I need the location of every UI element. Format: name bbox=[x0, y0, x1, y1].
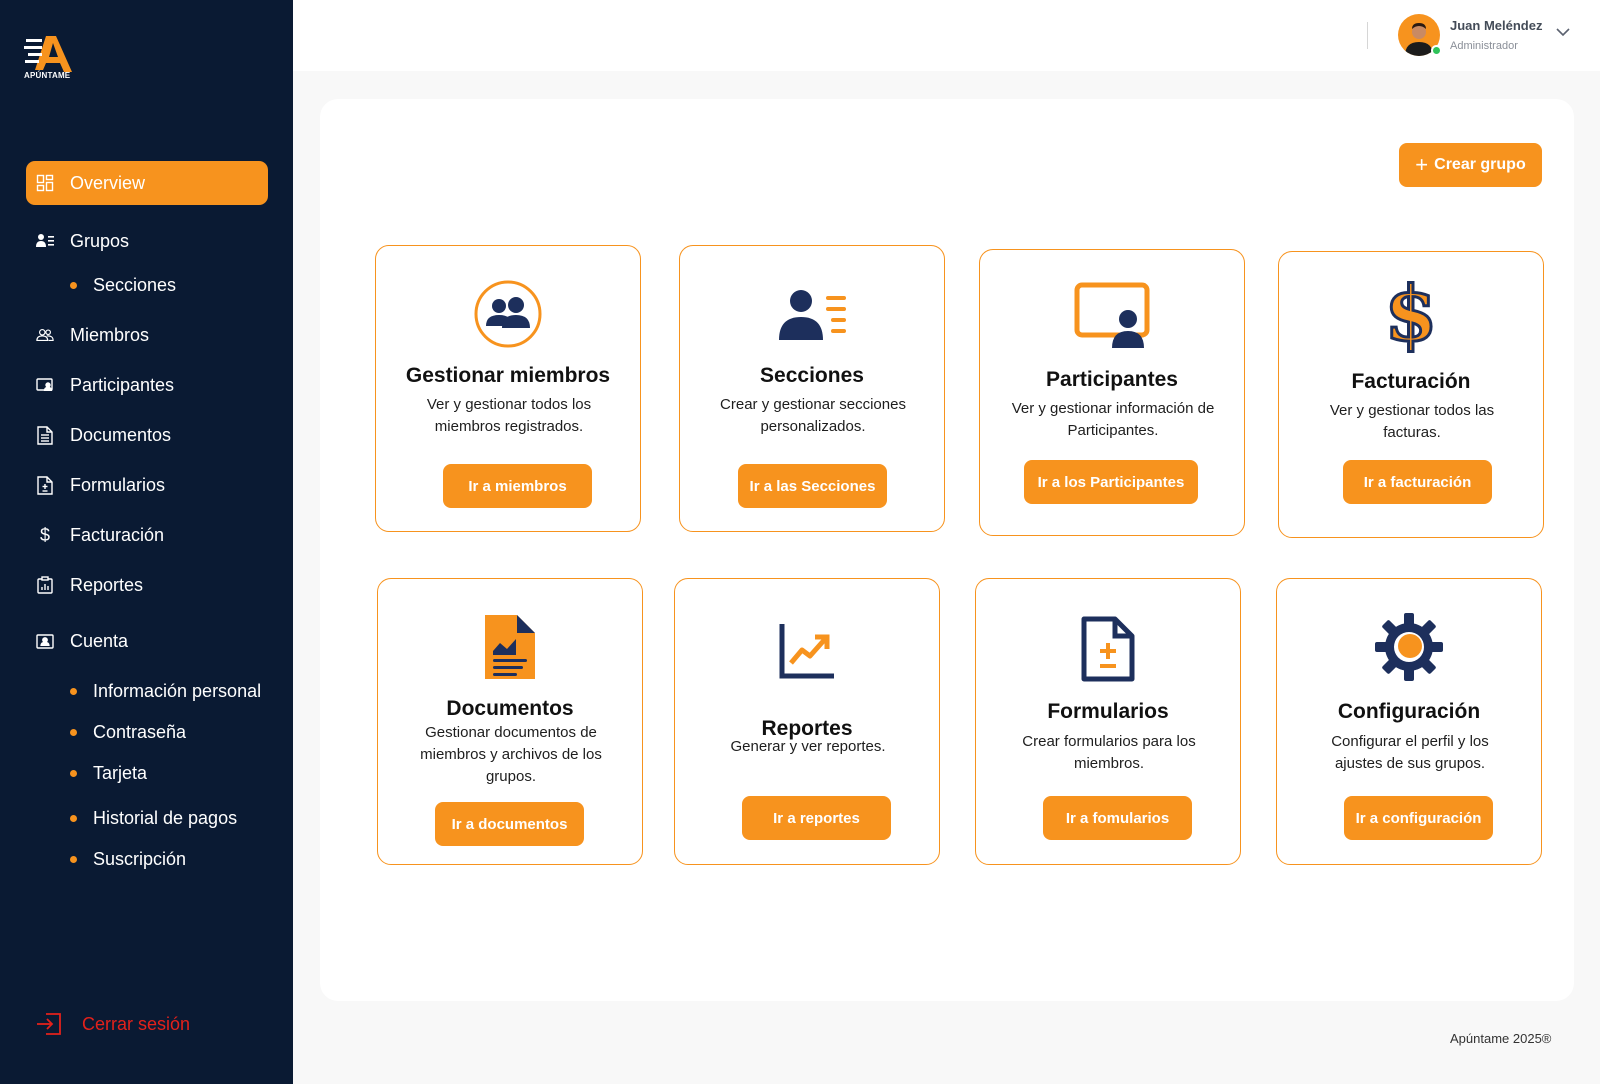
bullet-dot bbox=[70, 728, 77, 736]
sections-list-icon bbox=[680, 276, 944, 352]
card-title: Documentos bbox=[446, 697, 574, 720]
sidebar-item-label: Overview bbox=[70, 172, 146, 193]
card-secciones: Secciones Crear y gestionar secciones pe… bbox=[679, 245, 945, 532]
create-group-label: Crear grupo bbox=[1434, 156, 1526, 173]
sidebar-subitem-label: Contraseña bbox=[93, 721, 187, 742]
gear-icon bbox=[1277, 609, 1541, 685]
dollar-icon: $ bbox=[1383, 269, 1439, 358]
sidebar-subitem-label: Tarjeta bbox=[93, 762, 148, 783]
sidebar-item-facturacion[interactable]: $ Facturación bbox=[26, 513, 268, 557]
sidebar-item-miembros[interactable]: Miembros bbox=[26, 313, 268, 357]
online-status-dot bbox=[1431, 45, 1442, 56]
members-icon bbox=[36, 326, 54, 344]
sidebar-item-grupos[interactable]: Grupos bbox=[26, 219, 268, 263]
sidebar-item-label: Miembros bbox=[70, 324, 150, 345]
footer-copyright: Apúntame 2025® bbox=[1450, 1031, 1552, 1046]
logout-button[interactable]: Cerrar sesión bbox=[36, 1012, 190, 1036]
bullet-dot bbox=[70, 281, 77, 289]
sidebar-item-label: Facturación bbox=[70, 524, 165, 545]
card-button-documentos[interactable]: Ir a documentos bbox=[435, 802, 584, 846]
card-reportes: Reportes Generar y ver reportes. Ir a re… bbox=[674, 578, 940, 865]
overview-panel bbox=[320, 99, 1574, 1001]
members-circle-icon bbox=[376, 276, 640, 352]
card-gestionar-miembros: Gestionar miembros Ver y gestionar todos… bbox=[375, 245, 641, 532]
sidebar-subitem-label: Información personal bbox=[93, 680, 262, 701]
create-group-button[interactable]: + Crear grupo bbox=[1399, 143, 1542, 187]
card-button-participantes[interactable]: Ir a los Participantes bbox=[1024, 460, 1198, 504]
sidebar-item-cuenta[interactable]: Cuenta bbox=[26, 619, 268, 663]
sidebar-subitem-label: Historial de pagos bbox=[93, 807, 238, 828]
card-button-facturacion[interactable]: Ir a facturación bbox=[1343, 460, 1492, 504]
sidebar-item-label: Participantes bbox=[70, 374, 175, 395]
card-description: Configurar el perfil y los ajustes de su… bbox=[1331, 733, 1489, 772]
document-icon bbox=[36, 425, 54, 445]
card-description: Crear y gestionar secciones personalizad… bbox=[720, 396, 906, 435]
card-description: Crear formularios para los miembros. bbox=[1022, 733, 1196, 772]
participant-screen-icon bbox=[980, 278, 1244, 354]
group-list-icon bbox=[36, 232, 54, 250]
dollar-icon: $ bbox=[39, 524, 50, 545]
sidebar-subitem-contrasena[interactable]: Contraseña bbox=[70, 718, 186, 746]
card-formularios: Formularios Crear formularios para los m… bbox=[975, 578, 1241, 865]
participant-screen-icon bbox=[36, 376, 54, 394]
sidebar-subitem-tarjeta[interactable]: Tarjeta bbox=[70, 759, 147, 787]
card-button-configuracion[interactable]: Ir a configuración bbox=[1344, 796, 1493, 840]
sidebar-item-formularios[interactable]: Formularios bbox=[26, 463, 268, 507]
user-name[interactable]: Juan Meléndez bbox=[1450, 18, 1542, 33]
card-description: Gestionar documentos de miembros y archi… bbox=[420, 724, 602, 785]
card-description: Ver y gestionar todos las facturas. bbox=[1329, 402, 1495, 441]
card-configuracion: Configuración Configurar el perfil y los… bbox=[1276, 578, 1542, 865]
report-icon bbox=[36, 576, 54, 594]
bullet-dot bbox=[70, 814, 77, 822]
sidebar-item-label: Reportes bbox=[70, 574, 144, 595]
bullet-dot bbox=[70, 687, 77, 695]
sidebar-item-label: Cuenta bbox=[70, 630, 129, 651]
bullet-dot bbox=[70, 769, 77, 777]
sidebar-item-documentos[interactable]: Documentos bbox=[26, 413, 268, 457]
document-icon bbox=[378, 609, 642, 685]
card-title: Secciones bbox=[760, 364, 864, 387]
card-description: Ver y gestionar información de Participa… bbox=[1011, 400, 1215, 439]
card-button-secciones[interactable]: Ir a las Secciones bbox=[738, 464, 887, 508]
card-title: Configuración bbox=[1337, 700, 1481, 723]
sidebar-item-participantes[interactable]: Participantes bbox=[26, 363, 268, 407]
sidebar-item-reportes[interactable]: Reportes bbox=[26, 563, 268, 607]
plus-icon: + bbox=[1415, 152, 1429, 177]
account-card-icon bbox=[36, 632, 54, 650]
card-button-miembros[interactable]: Ir a miembros bbox=[443, 464, 592, 508]
brand-name: APÚNTAME bbox=[24, 71, 71, 80]
sidebar-subitem-historial-de-pagos[interactable]: Historial de pagos bbox=[70, 804, 237, 832]
card-facturacion: $ Facturación Ver y gestionar todos las … bbox=[1278, 251, 1544, 538]
card-description: Ver y gestionar todos los miembros regis… bbox=[426, 396, 592, 435]
card-title: Gestionar miembros bbox=[405, 364, 611, 387]
sidebar-subitem-informacion-personal[interactable]: Información personal bbox=[70, 677, 261, 705]
logout-label: Cerrar sesión bbox=[82, 1013, 191, 1034]
card-title: Facturación bbox=[1351, 370, 1471, 393]
chevron-down-icon[interactable] bbox=[1556, 28, 1570, 37]
card-button-reportes[interactable]: Ir a reportes bbox=[742, 796, 891, 840]
sidebar-item-label: Documentos bbox=[70, 424, 172, 445]
trend-chart-icon bbox=[675, 613, 939, 689]
card-description: Generar y ver reportes. bbox=[730, 738, 886, 755]
card-title: Participantes bbox=[1046, 368, 1178, 391]
sidebar-item-label: Formularios bbox=[70, 474, 166, 495]
card-documentos: Documentos Gestionar documentos de miemb… bbox=[377, 578, 643, 865]
logout-icon bbox=[37, 1013, 61, 1035]
header-divider bbox=[1367, 22, 1368, 49]
card-participantes: Participantes Ver y gestionar informació… bbox=[979, 249, 1245, 536]
dashboard-icon bbox=[36, 174, 54, 192]
sidebar-subitem-label: Suscripción bbox=[93, 848, 187, 869]
user-role: Administrador bbox=[1450, 40, 1518, 52]
bullet-dot bbox=[70, 855, 77, 863]
card-button-formularios[interactable]: Ir a fomularios bbox=[1043, 796, 1192, 840]
sidebar-item-label: Grupos bbox=[70, 230, 130, 251]
sidebar-item-overview[interactable]: Overview bbox=[26, 161, 268, 205]
sidebar-subitem-suscripcion[interactable]: Suscripción bbox=[70, 845, 186, 873]
sidebar-subitem-secciones[interactable]: Secciones bbox=[70, 271, 176, 299]
card-title: Formularios bbox=[1047, 700, 1169, 723]
sidebar-subitem-label: Secciones bbox=[93, 274, 177, 295]
form-icon bbox=[976, 611, 1240, 687]
sidebar: APÚNTAME Overview Grupos Secciones Miemb… bbox=[0, 0, 293, 1084]
form-icon bbox=[36, 475, 54, 495]
